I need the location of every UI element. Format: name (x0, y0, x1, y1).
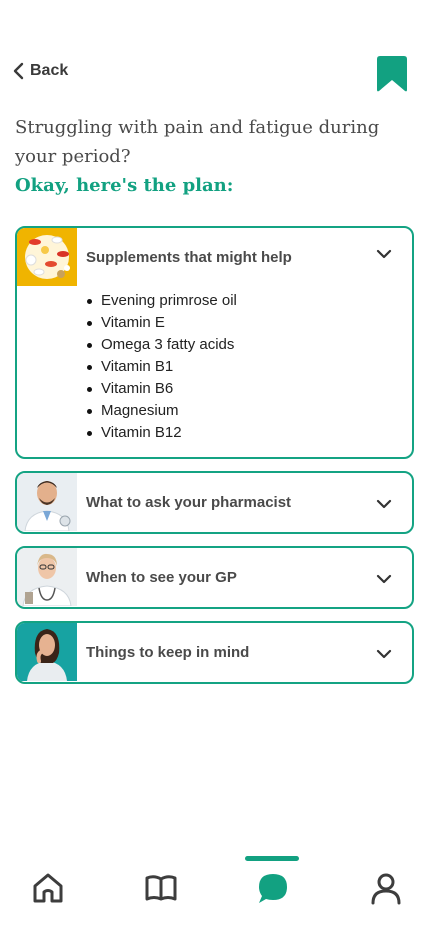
tab-home[interactable] (20, 866, 76, 910)
home-icon (33, 873, 63, 903)
chevron-down-icon[interactable] (376, 574, 392, 584)
pharmacist-thumbnail (17, 473, 77, 531)
chevron-down-icon[interactable] (376, 499, 392, 509)
list-item: Magnesium (87, 400, 237, 422)
accordion-title: Supplements that might help (86, 249, 292, 266)
accordion-title: Things to keep in mind (86, 644, 250, 661)
accordion-gp[interactable]: When to see your GP (15, 546, 414, 609)
bottom-tab-bar (0, 848, 430, 932)
page-question: Struggling with pain and fatigue during … (15, 117, 380, 167)
bookmark-icon[interactable] (377, 56, 407, 92)
tab-profile[interactable] (358, 866, 414, 910)
book-icon (145, 875, 177, 901)
supplements-list: Evening primrose oil Vitamin E Omega 3 f… (87, 290, 237, 444)
accordion-title: What to ask your pharmacist (86, 494, 292, 511)
chat-icon (259, 874, 287, 903)
list-item: Evening primrose oil (87, 290, 237, 312)
list-item: Omega 3 fatty acids (87, 334, 237, 356)
doctor-thumbnail (17, 548, 77, 606)
chevron-down-icon[interactable] (376, 649, 392, 659)
list-item: Vitamin E (87, 312, 237, 334)
tab-learn[interactable] (133, 866, 189, 910)
supplements-thumbnail (17, 228, 77, 286)
chevron-left-icon (13, 62, 24, 80)
list-item: Vitamin B12 (87, 422, 237, 444)
tab-chat[interactable] (245, 866, 301, 910)
plan-heading: Okay, here's the plan: (15, 175, 234, 196)
list-item: Vitamin B6 (87, 378, 237, 400)
back-label: Back (30, 62, 69, 79)
accordion-pharmacist[interactable]: What to ask your pharmacist (15, 471, 414, 534)
list-item: Vitamin B1 (87, 356, 237, 378)
accordion-keep-in-mind[interactable]: Things to keep in mind (15, 621, 414, 684)
accordion-title: When to see your GP (86, 569, 237, 586)
accordion-supplements[interactable]: Supplements that might help Evening prim… (15, 226, 414, 459)
woman-thinking-thumbnail (17, 623, 77, 681)
chevron-down-icon[interactable] (376, 249, 392, 259)
back-button[interactable]: Back (12, 62, 68, 80)
profile-icon (371, 873, 401, 905)
active-tab-indicator (245, 856, 299, 861)
